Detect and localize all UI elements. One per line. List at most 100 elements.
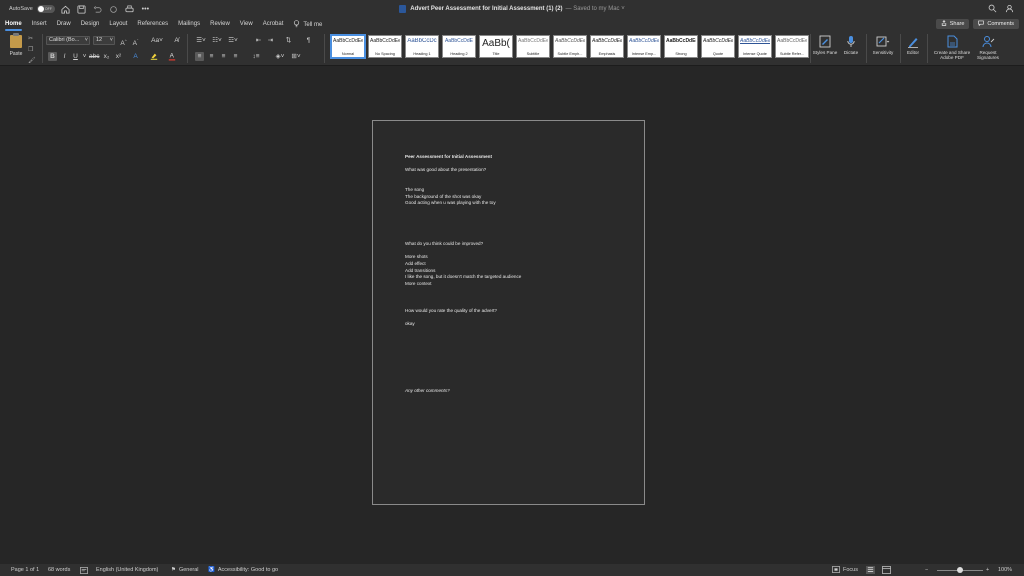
tab-review[interactable]: Review xyxy=(210,18,230,31)
show-formatting-icon[interactable]: ¶ xyxy=(304,36,313,45)
style-subtitle[interactable]: AaBbCcDdEe Subtitle xyxy=(516,35,550,58)
justify-icon[interactable]: ≡ xyxy=(231,52,240,61)
tab-design[interactable]: Design xyxy=(81,18,100,31)
numbering-icon[interactable]: ☷˅ xyxy=(211,36,223,45)
print-layout-view-icon[interactable] xyxy=(866,564,875,576)
tab-layout[interactable]: Layout xyxy=(109,18,127,31)
sort-icon[interactable]: ⇅ xyxy=(284,36,293,45)
style-emphasis[interactable]: AaBbCcDdEe Emphasis xyxy=(590,35,624,58)
save-icon[interactable] xyxy=(77,4,86,14)
tab-draw[interactable]: Draw xyxy=(57,18,71,31)
style-heading-1[interactable]: AaBbCcDc Heading 1 xyxy=(405,35,439,58)
comments-button[interactable]: Comments xyxy=(973,19,1019,29)
align-center-icon[interactable]: ≡ xyxy=(207,52,216,61)
word-count[interactable]: 68 words xyxy=(48,564,70,576)
share-icon xyxy=(941,20,947,28)
zoom-in-button[interactable]: + xyxy=(986,564,989,576)
answer-line: okay xyxy=(405,321,415,326)
style-title[interactable]: AaBb(Title xyxy=(479,35,513,58)
page-count[interactable]: Page 1 of 1 xyxy=(11,564,39,576)
autosave-toggle[interactable]: OFF xyxy=(36,5,55,13)
proofing-icon[interactable] xyxy=(80,564,88,576)
autosave-state: OFF xyxy=(44,7,52,11)
change-case-icon[interactable]: Aa˅ xyxy=(150,36,164,45)
ribbon-tabs: Home Insert Draw Design Layout Reference… xyxy=(0,18,1024,31)
undo-icon[interactable] xyxy=(93,5,102,14)
font-size-select[interactable]: 12 ˅ xyxy=(93,36,115,45)
create-share-pdf-button[interactable]: Create and Share Adobe PDF xyxy=(930,34,974,60)
format-painter-icon[interactable]: 🖌 xyxy=(28,57,36,64)
zoom-slider[interactable] xyxy=(937,564,983,576)
text-effects-icon[interactable]: A xyxy=(131,52,140,61)
comments-label: Comments xyxy=(987,21,1014,27)
style-normal[interactable]: AaBbCcDdEe Normal xyxy=(331,35,365,58)
shrink-font-icon[interactable]: Aˇ xyxy=(131,36,140,47)
document-heading: Peer Assessment for Initial Assessment xyxy=(405,154,492,159)
borders-icon[interactable]: ⊞˅ xyxy=(290,52,302,61)
style-no-spacing[interactable]: AaBbCcDdEe No Spacing xyxy=(368,35,402,58)
grow-font-icon[interactable]: A^ xyxy=(119,36,128,47)
highlight-icon[interactable] xyxy=(149,52,158,61)
tab-references[interactable]: References xyxy=(137,18,168,31)
zoom-knob[interactable] xyxy=(957,566,963,573)
underline-icon[interactable]: U xyxy=(71,52,80,61)
tab-view[interactable]: View xyxy=(240,18,253,31)
increase-indent-icon[interactable]: ⇥ xyxy=(266,36,275,45)
subscript-icon[interactable]: x₂ xyxy=(102,52,111,61)
save-status[interactable]: — Saved to my Mac ˅ xyxy=(566,6,625,12)
align-right-icon[interactable]: ≡ xyxy=(219,52,228,61)
style-quote[interactable]: AaBbCcDdEe Quote xyxy=(701,35,735,58)
shading-icon[interactable]: ◈˅ xyxy=(274,52,286,61)
zoom-out-button[interactable]: − xyxy=(925,564,928,576)
style-name: Subtitle xyxy=(526,52,540,56)
tab-insert[interactable]: Insert xyxy=(32,18,47,31)
font-color-icon[interactable]: A xyxy=(167,52,176,61)
superscript-icon[interactable]: x² xyxy=(114,52,123,61)
sensitivity-status[interactable]: ⚑ General xyxy=(171,564,199,576)
tell-me-search[interactable]: Tell me xyxy=(293,19,322,30)
tab-mailings[interactable]: Mailings xyxy=(178,18,200,31)
style-subtle-reference[interactable]: AaBbCcDdEe Subtle Refer... xyxy=(775,35,809,58)
autosave-control[interactable]: AutoSave OFF xyxy=(9,5,55,13)
paste-button[interactable]: Paste xyxy=(6,33,26,57)
strikethrough-icon[interactable]: abc xyxy=(89,52,99,61)
share-button[interactable]: Share xyxy=(935,19,970,29)
redo-icon[interactable] xyxy=(109,5,118,14)
request-signatures-button[interactable]: Request Signatures xyxy=(974,34,1002,60)
chevron-down-icon[interactable]: ˅ xyxy=(80,52,89,61)
zoom-level[interactable]: 100% xyxy=(998,564,1012,576)
decrease-indent-icon[interactable]: ⇤ xyxy=(254,36,263,45)
style-heading-2[interactable]: AaBbCcDdE Heading 2 xyxy=(442,35,476,58)
multilevel-list-icon[interactable]: ☲˅ xyxy=(227,36,239,45)
align-left-icon[interactable]: ≡ xyxy=(195,52,204,61)
bold-icon[interactable]: B xyxy=(48,52,57,61)
line-spacing-icon[interactable]: ↕≡ xyxy=(249,52,263,61)
home-icon[interactable] xyxy=(61,5,70,14)
style-subtle-emphasis[interactable]: AaBbCcDdEe Subtle Emph... xyxy=(553,35,587,58)
italic-icon[interactable]: I xyxy=(60,52,69,61)
dictate-label: Dictate xyxy=(843,50,859,55)
tab-home[interactable]: Home xyxy=(5,18,22,31)
style-intense-emphasis[interactable]: AaBbCcDdEe Intense Emp... xyxy=(627,35,661,58)
styles-pane-label: Styles Pane xyxy=(812,50,838,55)
sensitivity-button[interactable]: Sensitivity xyxy=(868,34,898,55)
style-name: Strong xyxy=(675,52,687,56)
print-icon[interactable] xyxy=(125,5,134,14)
copy-icon[interactable]: ❐ xyxy=(28,46,36,53)
style-strong[interactable]: AaBbCcDdEe Strong xyxy=(664,35,698,58)
tab-acrobat[interactable]: Acrobat xyxy=(263,18,284,31)
bullets-icon[interactable]: ☰˅ xyxy=(195,36,207,45)
language-status[interactable]: English (United Kingdom) xyxy=(96,564,158,576)
cut-icon[interactable]: ✂ xyxy=(28,35,36,42)
more-icon[interactable]: ••• xyxy=(141,5,150,14)
clear-formatting-icon[interactable]: A̸ xyxy=(172,36,181,45)
accessibility-status[interactable]: ♿ Accessibility: Good to go xyxy=(208,564,278,576)
web-layout-view-icon[interactable] xyxy=(882,564,891,576)
dictate-button[interactable]: Dictate xyxy=(836,34,866,55)
editor-button[interactable]: Editor xyxy=(898,34,928,55)
search-icon[interactable] xyxy=(988,4,997,13)
font-name-select[interactable]: Calibri (Bo... ˅ xyxy=(46,36,90,45)
account-icon[interactable] xyxy=(1005,4,1014,13)
focus-button[interactable]: Focus xyxy=(832,564,858,576)
style-intense-quote[interactable]: AaBbCcDdEe Intense Quote xyxy=(738,35,772,58)
